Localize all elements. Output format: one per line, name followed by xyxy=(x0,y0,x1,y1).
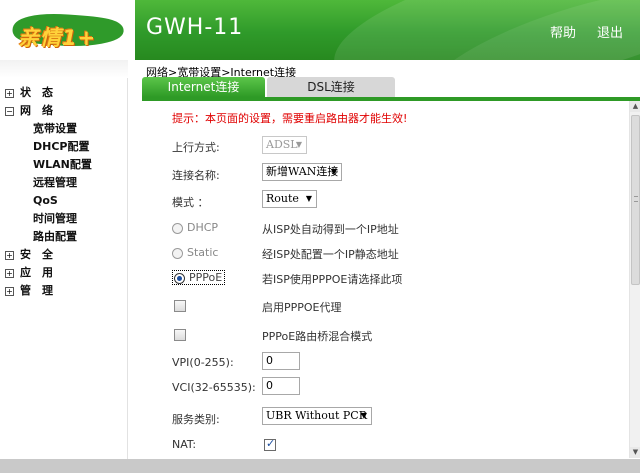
connection-name-value: 新增WAN连接 xyxy=(266,165,339,178)
scroll-thumb[interactable] xyxy=(631,115,640,285)
nat-checkbox[interactable] xyxy=(264,437,276,451)
pppoe-focus-ring[interactable]: PPPoE xyxy=(172,270,226,285)
sidebar-item-label: 应 用 xyxy=(20,266,53,279)
chevron-down-icon: ▼ xyxy=(305,194,312,203)
service-class-label: 服务类别: xyxy=(172,413,220,426)
radio-icon[interactable] xyxy=(172,222,183,234)
exit-link[interactable]: 退出 xyxy=(597,22,623,41)
pppoe-proxy-label: 启用PPPOE代理 xyxy=(262,301,342,314)
vci-label: VCI(32-65535): xyxy=(172,381,256,394)
scroll-up-icon[interactable]: ▲ xyxy=(630,101,640,112)
expand-icon[interactable]: + xyxy=(5,268,14,278)
scroll-down-icon[interactable]: ▼ xyxy=(630,447,640,458)
grip-icon xyxy=(634,196,638,202)
sidebar-subitem-dhcp[interactable]: DHCP配置 xyxy=(5,138,92,156)
expand-icon[interactable]: + xyxy=(5,88,14,98)
uplink-select-value: ADSL xyxy=(266,138,298,151)
main-content: 提示：本页面的设置，需要重启路由器才能生效! 上行方式: ADSL ▼ 连接名称… xyxy=(142,101,629,458)
vertical-scrollbar[interactable]: ▲ ▼ xyxy=(629,101,640,458)
sidebar-subitem-routing[interactable]: 路由配置 xyxy=(5,228,92,246)
tab-bar: Internet连接 DSL连接 xyxy=(142,77,640,97)
sidebar-item-security[interactable]: + 安 全 xyxy=(5,246,92,264)
device-model-title: GWH-11 xyxy=(146,15,244,40)
mode-select-value: Route xyxy=(266,192,299,205)
help-link[interactable]: 帮助 xyxy=(550,22,576,41)
logo: 亲情1+ xyxy=(8,8,130,50)
pppoe-radio[interactable]: PPPoE xyxy=(172,270,226,286)
pppoe-proxy-checkbox[interactable] xyxy=(174,300,186,312)
sidebar-item-status[interactable]: + 状 态 xyxy=(5,84,92,102)
expand-icon[interactable]: + xyxy=(5,250,14,260)
pppoe-description: 若ISP使用PPPOE请选择此项 xyxy=(262,273,403,286)
dhcp-description: 从ISP处自动得到一个IP地址 xyxy=(262,223,399,236)
uplink-select[interactable]: ADSL ▼ xyxy=(262,136,307,154)
sidebar: + 状 态 − 网 络 宽带设置 DHCP配置 WLAN配置 远程管理 QoS 时间… xyxy=(0,60,128,460)
radio-icon[interactable] xyxy=(172,247,183,259)
mode-label: 模式 ： xyxy=(172,196,209,209)
vci-input[interactable]: 0 xyxy=(262,377,300,395)
tab-internet-connection[interactable]: Internet连接 xyxy=(142,77,265,97)
sidebar-subitem-time[interactable]: 时间管理 xyxy=(5,210,92,228)
dhcp-radio[interactable]: DHCP xyxy=(172,220,218,236)
sidebar-top-band xyxy=(0,60,128,78)
sidebar-subitem-wlan[interactable]: WLAN配置 xyxy=(5,156,92,174)
chevron-down-icon: ▼ xyxy=(360,411,367,420)
header-bar: 亲情1+ GWH-11 帮助 退出 xyxy=(0,0,640,60)
logo-area: 亲情1+ xyxy=(0,0,135,60)
vpi-input[interactable]: 0 xyxy=(262,352,300,370)
connection-name-select[interactable]: 新增WAN连接 ▼ xyxy=(262,163,342,181)
sidebar-subitem-qos[interactable]: QoS xyxy=(5,192,92,210)
sidebar-item-label: 网 络 xyxy=(20,104,53,117)
pppoe-radio-label: PPPoE xyxy=(189,271,223,284)
sidebar-subitem-broadband[interactable]: 宽带设置 xyxy=(5,120,92,138)
collapse-icon[interactable]: − xyxy=(5,106,14,116)
chevron-down-icon: ▼ xyxy=(330,167,337,176)
pppoe-bridge-label: PPPoE路由桥混合模式 xyxy=(262,330,373,343)
expand-icon[interactable]: + xyxy=(5,286,14,296)
nat-label: NAT: xyxy=(172,438,197,451)
dhcp-radio-label: DHCP xyxy=(187,221,219,234)
pppoe-bridge-checkbox[interactable] xyxy=(174,329,186,341)
service-class-value: UBR Without PCR xyxy=(266,409,367,422)
sidebar-item-network[interactable]: − 网 络 xyxy=(5,102,92,120)
sidebar-subitem-remote[interactable]: 远程管理 xyxy=(5,174,92,192)
vpi-label: VPI(0-255): xyxy=(172,356,234,369)
service-class-select[interactable]: UBR Without PCR ▼ xyxy=(262,407,372,425)
restart-notice: 提示：本页面的设置，需要重启路由器才能生效! xyxy=(172,112,408,125)
static-description: 经ISP处配置一个IP静态地址 xyxy=(262,248,399,261)
footer-bar xyxy=(0,459,640,473)
sidebar-item-applications[interactable]: + 应 用 xyxy=(5,264,92,282)
logo-text: 亲情1+ xyxy=(18,26,97,50)
uplink-label: 上行方式: xyxy=(172,141,220,154)
mode-select[interactable]: Route ▼ xyxy=(262,190,317,208)
sidebar-item-label: 管 理 xyxy=(20,284,53,297)
static-radio-label: Static xyxy=(187,246,219,259)
tab-dsl-connection[interactable]: DSL连接 xyxy=(267,77,395,97)
nav-tree: + 状 态 − 网 络 宽带设置 DHCP配置 WLAN配置 远程管理 QoS 时间… xyxy=(5,84,92,300)
static-radio[interactable]: Static xyxy=(172,245,218,261)
connection-name-label: 连接名称: xyxy=(172,169,220,182)
sidebar-item-label: 安 全 xyxy=(20,248,53,261)
chevron-down-icon: ▼ xyxy=(295,140,302,149)
sidebar-item-management[interactable]: + 管 理 xyxy=(5,282,92,300)
radio-selected-icon[interactable] xyxy=(174,272,185,284)
sidebar-item-label: 状 态 xyxy=(20,86,53,99)
